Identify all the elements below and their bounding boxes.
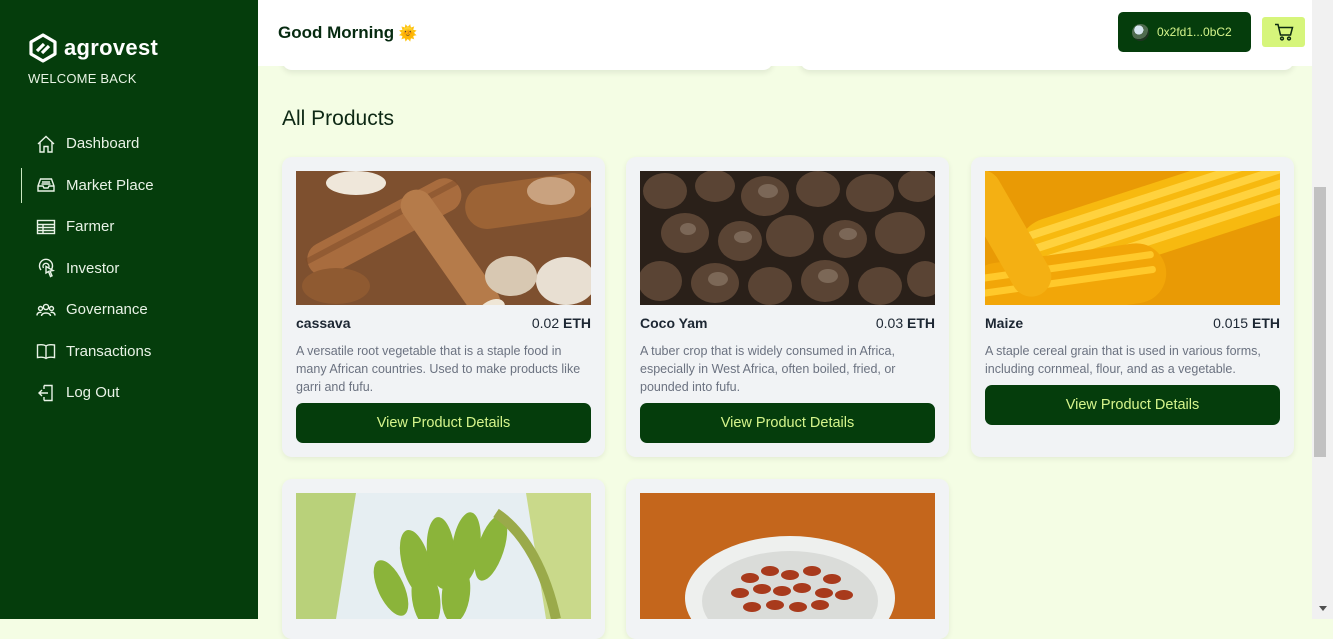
sidebar-item-label: Transactions — [66, 342, 152, 360]
sidebar-item-market-place[interactable]: Market Place — [0, 165, 258, 207]
sun-icon: 🌞 — [398, 25, 418, 42]
view-product-details-button[interactable]: View Product Details — [985, 385, 1280, 425]
brand-logo[interactable]: agrovest — [28, 33, 158, 63]
sidebar-item-label: Log Out — [66, 384, 120, 402]
section-title: All Products — [282, 107, 395, 130]
sidebar-item-label: Market Place — [66, 176, 154, 194]
wallet-avatar — [1132, 23, 1149, 41]
brand-name: agrovest — [64, 35, 159, 60]
product-image-coco-yam[interactable] — [640, 171, 935, 305]
sidebar-item-farmer[interactable]: Farmer — [0, 206, 258, 248]
table-icon — [36, 219, 56, 234]
product-name: Coco Yam — [640, 315, 708, 331]
sidebar-item-governance[interactable]: Governance — [0, 289, 258, 331]
home-icon — [37, 135, 55, 153]
agrovest-logo-icon — [29, 33, 57, 63]
product-header: Coco Yam 0.03 ETH — [640, 315, 935, 331]
product-header: cassava 0.02 ETH — [296, 315, 591, 331]
product-card: Maize 0.015 ETH A staple cereal grain th… — [971, 157, 1294, 457]
sidebar-item-investor[interactable]: Investor — [0, 248, 258, 290]
inbox-icon — [37, 178, 55, 192]
top-header: Good Morning 🌞 0x2fd1...0bC2 — [258, 0, 1312, 66]
product-card — [626, 479, 949, 639]
product-card — [282, 479, 605, 639]
logout-icon — [38, 384, 53, 401]
product-image-groundnut[interactable] — [640, 493, 935, 619]
product-image-maize[interactable] — [985, 171, 1280, 305]
scroll-down-arrow-icon[interactable] — [1319, 606, 1327, 611]
greeting: Good Morning 🌞 — [278, 23, 418, 43]
product-description: A tuber crop that is widely consumed in … — [640, 344, 896, 394]
product-price: 0.015 ETH — [1213, 315, 1280, 331]
product-name: cassava — [296, 315, 351, 331]
sidebar-item-dashboard[interactable]: Dashboard — [0, 123, 258, 165]
view-product-details-button[interactable]: View Product Details — [640, 403, 935, 443]
sidebar-item-label: Governance — [66, 301, 148, 319]
greeting-text: Good Morning — [278, 23, 395, 42]
product-price: 0.03 ETH — [875, 315, 935, 331]
sidebar-nav: Dashboard Market Place Farmer Investor G… — [0, 123, 258, 414]
sidebar-item-label: Investor — [66, 259, 120, 277]
sidebar-item-label: Dashboard — [66, 135, 140, 153]
product-card: Coco Yam 0.03 ETH A tuber crop that is w… — [626, 157, 949, 457]
cart-icon — [1274, 23, 1293, 41]
wallet-button[interactable]: 0x2fd1...0bC2 — [1118, 12, 1251, 52]
sidebar-item-transactions[interactable]: Transactions — [0, 331, 258, 373]
product-name: Maize — [985, 315, 1024, 331]
sidebar-item-log-out[interactable]: Log Out — [0, 372, 258, 414]
product-image-cassava[interactable] — [296, 171, 591, 305]
users-icon — [36, 303, 56, 316]
product-description: A versatile root vegetable that is a sta… — [296, 344, 581, 394]
view-product-details-button[interactable]: View Product Details — [296, 403, 591, 443]
product-description: A staple cereal grain that is used in va… — [985, 344, 1261, 376]
scrollbar-thumb[interactable] — [1314, 187, 1326, 457]
product-header: Maize 0.015 ETH — [985, 315, 1280, 331]
product-price: 0.02 ETH — [531, 315, 591, 331]
pointer-icon — [38, 258, 56, 278]
sidebar-item-label: Farmer — [66, 218, 115, 236]
book-icon — [36, 344, 56, 360]
cart-button[interactable] — [1262, 17, 1305, 47]
product-image-plantain[interactable] — [296, 493, 591, 619]
welcome-text: WELCOME BACK — [28, 71, 137, 86]
sidebar: agrovest WELCOME BACK Dashboard Market P… — [0, 0, 258, 619]
wallet-address: 0x2fd1...0bC2 — [1157, 25, 1232, 39]
product-card: cassava 0.02 ETH A versatile root vegeta… — [282, 157, 605, 457]
